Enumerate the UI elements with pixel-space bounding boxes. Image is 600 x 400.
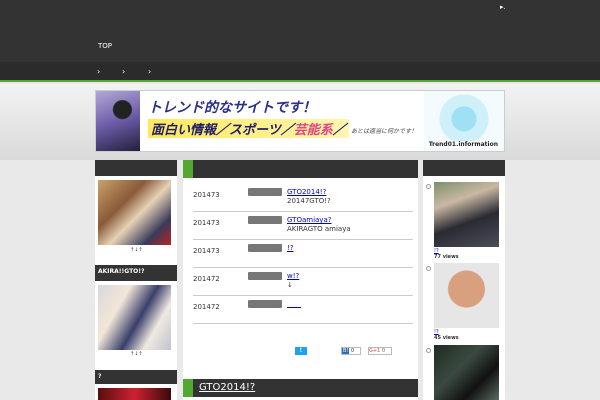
nav-item-3[interactable]: ›	[148, 67, 151, 76]
ranking-header	[423, 160, 505, 176]
article-category-badge[interactable]	[248, 188, 282, 196]
hatena-bookmark-button[interactable]: B! 0	[341, 347, 361, 355]
hatena-icon: B!	[342, 348, 350, 354]
ranking-views-2: 45 views	[434, 335, 459, 341]
article-title-link[interactable]	[287, 300, 301, 308]
sidebar-header-1	[95, 160, 177, 176]
post-title[interactable]: GTO2014!?	[199, 382, 255, 393]
twitter-share-button[interactable]: t	[295, 347, 307, 355]
ranking-views-1: 77 views	[434, 254, 459, 260]
article-title-link[interactable]: GTOamiaya?	[287, 216, 331, 224]
site-banner[interactable]: トレンド的なサイトです！ 面白い情報／スポーツ／芸能系／ あとは適当に何かです！…	[95, 90, 505, 152]
article-row[interactable]: 201473 !?	[193, 240, 413, 268]
ranking-bullet-icon	[426, 184, 431, 189]
article-title-link[interactable]: w!?	[287, 272, 299, 280]
article-date: 201473	[193, 191, 220, 199]
banner-tagline: トレンド的なサイトです！	[148, 100, 316, 116]
article-category-badge[interactable]	[248, 300, 282, 308]
gplus-icon: G+1	[369, 348, 381, 354]
banner-categories-b: 芸能系	[293, 123, 333, 138]
hatena-count: 0	[351, 348, 355, 354]
article-title-link[interactable]: GTO2014!?	[287, 188, 326, 196]
article-date: 201473	[193, 247, 220, 255]
article-category-badge[interactable]	[248, 244, 282, 252]
top-link[interactable]: TOP	[98, 42, 112, 50]
sidebar-caption-2: ↑↓↑	[130, 351, 143, 357]
sidebar-thumbnail-2[interactable]	[98, 285, 171, 350]
ranking-bullet-icon	[426, 266, 431, 271]
article-category-badge[interactable]	[248, 216, 282, 224]
banner-categories-c: ／	[332, 123, 346, 138]
sidebar-caption-1: ↑↓↑	[130, 247, 143, 253]
ranking-bullet-icon	[426, 348, 431, 353]
nav-item-2[interactable]: ›	[122, 67, 125, 76]
banner-categories-a: 面白い情報／スポーツ／	[151, 123, 294, 138]
sidebar-thumbnail-1[interactable]	[98, 180, 171, 245]
article-excerpt: ↓	[287, 281, 293, 289]
main-content: 201473 GTO2014!? 20147GTO!? 201473 GTOam…	[183, 160, 418, 400]
main-section-header	[183, 160, 418, 178]
ranking-thumbnail-1[interactable]	[434, 182, 499, 247]
ranking-caption-2: !? 45 views	[434, 329, 459, 341]
banner-subtext: あとは適当に何かです！	[351, 128, 418, 135]
article-row[interactable]: 201473 GTO2014!? 20147GTO!?	[193, 184, 413, 212]
site-header: TOP ▸.	[0, 0, 600, 62]
article-date: 201473	[193, 219, 220, 227]
article-excerpt: AKIRAGTO amiaya	[287, 225, 351, 233]
article-category-badge[interactable]	[248, 272, 282, 280]
gplus-count: 0	[381, 348, 386, 354]
global-nav: › › ›	[0, 62, 600, 82]
ranking-thumbnail-3[interactable]	[434, 345, 499, 400]
article-row[interactable]: 201472	[193, 296, 413, 324]
ranking-thumbnail-2[interactable]	[434, 263, 499, 328]
sidebar-header-3: ?	[95, 370, 177, 384]
post-title-header[interactable]: GTO2014!?	[183, 379, 418, 397]
banner-categories: 面白い情報／スポーツ／芸能系／	[148, 119, 349, 138]
article-row[interactable]: 201473 GTOamiaya? AKIRAGTO amiaya	[193, 212, 413, 240]
corner-play-icon[interactable]: ▸.	[500, 3, 506, 11]
sidebar-thumbnail-3[interactable]	[98, 388, 171, 400]
article-excerpt: 20147GTO!?	[287, 197, 331, 205]
article-title-link[interactable]: !?	[287, 244, 294, 252]
gplus-button[interactable]: G+1 0	[368, 347, 392, 355]
article-row[interactable]: 201472 w!? ↓	[193, 268, 413, 296]
banner-silhouette-image	[96, 91, 140, 151]
sidebar-header-2: AKIRA!!GTO!?	[95, 265, 177, 281]
ranking-caption-1: !? 77 views	[434, 248, 459, 260]
nav-item-1[interactable]: ›	[97, 67, 100, 76]
banner-brand: Trend01.information	[426, 141, 500, 148]
article-date: 201472	[193, 275, 220, 283]
article-date: 201472	[193, 303, 220, 311]
